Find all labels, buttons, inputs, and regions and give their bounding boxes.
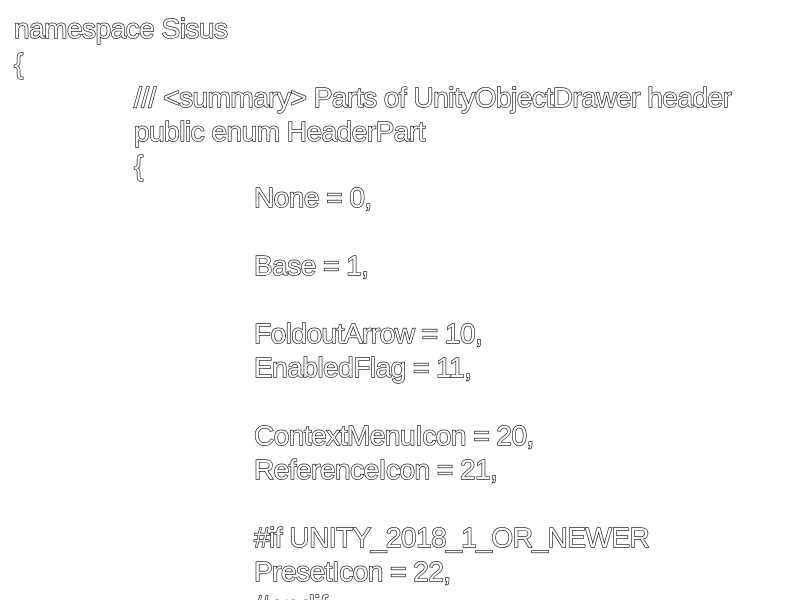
namespace-open-brace: { [13,47,24,79]
enum-member-preset-icon: PresetIcon = 22, [253,555,451,587]
enum-member-foldout-arrow: FoldoutArrow = 10, [253,317,483,349]
preprocessor-endif: #endif [253,589,328,600]
enum-member-base: Base = 1, [253,249,369,281]
namespace-declaration: namespace Sisus [13,12,228,44]
enum-member-reference-icon: ReferenceIcon = 21, [253,453,498,485]
enum-declaration: public enum HeaderPart [133,115,426,147]
enum-member-enabled-flag: EnabledFlag = 11, [253,351,472,383]
enum-open-brace: { [133,149,144,181]
preprocessor-if: #if UNITY_2018_1_OR_NEWER [253,521,650,553]
summary-comment: /// <summary> Parts of UnityObjectDrawer… [133,81,732,113]
code-page: namespace Sisus { /// <summary> Parts of… [0,0,800,600]
enum-member-none: None = 0, [253,181,372,213]
enum-member-context-menu-icon: ContextMenuIcon = 20, [253,419,534,451]
